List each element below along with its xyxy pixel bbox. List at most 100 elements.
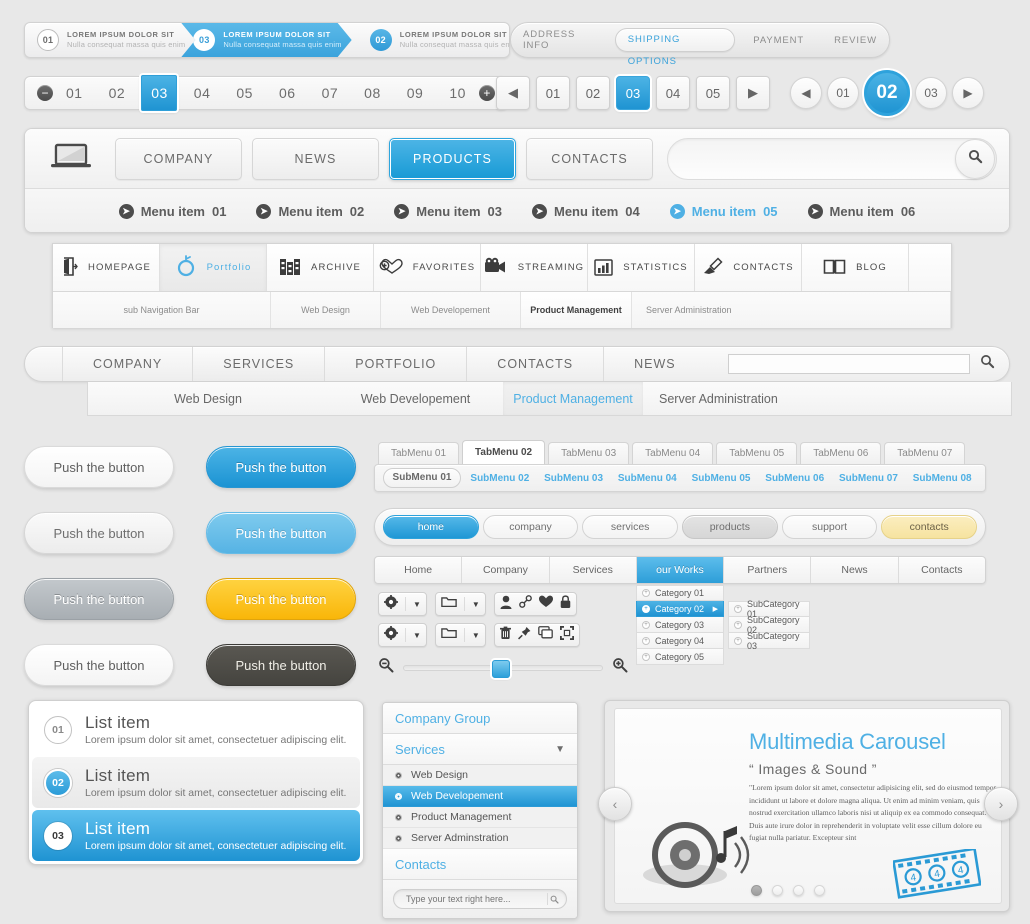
accordion-header-contacts[interactable]: Contacts bbox=[383, 849, 577, 880]
nav3-services[interactable]: SERVICES bbox=[193, 347, 326, 381]
nav3-sub-server-administration[interactable]: Server Administration bbox=[643, 382, 1011, 415]
pagination-prev-button[interactable]: ◀ bbox=[496, 76, 530, 110]
submenu-08[interactable]: SubMenu 08 bbox=[907, 473, 977, 484]
menu-item-01[interactable]: ➤ Menu item 01 bbox=[118, 203, 226, 219]
page-03-selected[interactable]: 03 bbox=[616, 76, 650, 110]
seg-company[interactable]: Company bbox=[462, 557, 550, 583]
submenu-03[interactable]: SubMenu 03 bbox=[539, 473, 609, 484]
gear-icon[interactable] bbox=[384, 625, 398, 645]
icon-nav-favorites[interactable]: FAVORITES bbox=[374, 244, 481, 291]
tab-tabmenu-04[interactable]: TabMenu 04 bbox=[632, 442, 714, 464]
category-item-01[interactable]: + Category 01 bbox=[636, 585, 724, 601]
nav-button-news[interactable]: NEWS bbox=[252, 137, 379, 180]
sub-nav-web-design[interactable]: Web Design bbox=[271, 292, 381, 328]
accordion-header-company-group[interactable]: Company Group bbox=[383, 703, 577, 734]
page-04[interactable]: 04 bbox=[656, 76, 690, 110]
icon-nav-blog[interactable]: BLOG bbox=[802, 244, 909, 291]
sub-nav-server-administration[interactable]: Server Administration bbox=[632, 292, 951, 328]
tab-tabmenu-07[interactable]: TabMenu 07 bbox=[884, 442, 966, 464]
chevron-down-icon[interactable]: ▼ bbox=[472, 631, 480, 640]
copy-icon[interactable] bbox=[538, 626, 553, 644]
pagination-prev-button[interactable]: ◀ bbox=[790, 77, 822, 109]
zoom-slider-track[interactable] bbox=[403, 659, 603, 678]
nav-button-products[interactable]: PRODUCTS bbox=[389, 137, 516, 180]
accordion-item-web-design[interactable]: Web Design bbox=[383, 765, 577, 786]
pill-company[interactable]: company bbox=[482, 515, 579, 539]
user-icon[interactable] bbox=[500, 595, 512, 614]
tab-tabmenu-03[interactable]: TabMenu 03 bbox=[548, 442, 630, 464]
nav3-news[interactable]: NEWS bbox=[604, 347, 706, 381]
icon-nav-statistics[interactable]: STATISTICS bbox=[588, 244, 695, 291]
submenu-01[interactable]: SubMenu 01 bbox=[383, 468, 461, 488]
seg-home[interactable]: Home bbox=[375, 557, 463, 583]
sub-nav-web-developement[interactable]: Web Developement bbox=[381, 292, 521, 328]
seg-services[interactable]: Services bbox=[550, 557, 637, 583]
page-07[interactable]: 07 bbox=[309, 85, 352, 101]
category-item-02[interactable]: + Category 02 ▶ bbox=[636, 601, 724, 617]
accordion-header-services[interactable]: Services ▼ bbox=[383, 734, 577, 765]
menu-item-02[interactable]: ➤ Menu item 02 bbox=[256, 203, 364, 219]
menu-item-06[interactable]: ➤ Menu item 06 bbox=[807, 203, 915, 219]
carousel-dot-1[interactable] bbox=[751, 885, 762, 896]
category-item-05[interactable]: + Category 05 bbox=[636, 649, 724, 665]
page-10[interactable]: 10 bbox=[436, 85, 479, 101]
pin-icon[interactable] bbox=[517, 626, 531, 645]
submenu-02[interactable]: SubMenu 02 bbox=[465, 473, 535, 484]
checkout-step-payment[interactable]: PAYMENT bbox=[741, 35, 816, 46]
lock-icon[interactable] bbox=[560, 594, 571, 614]
tab-tabmenu-06[interactable]: TabMenu 06 bbox=[800, 442, 882, 464]
accordion-item-web-developement[interactable]: Web Developement bbox=[383, 786, 577, 807]
seg-our-works[interactable]: our Works bbox=[636, 557, 725, 583]
page-02-selected[interactable]: 02 bbox=[864, 70, 910, 116]
submenu-04[interactable]: SubMenu 04 bbox=[612, 473, 682, 484]
push-button-light-blue[interactable]: Push the button bbox=[206, 512, 356, 554]
submenu-06[interactable]: SubMenu 06 bbox=[760, 473, 830, 484]
tab-tabmenu-02[interactable]: TabMenu 02 bbox=[462, 440, 546, 464]
pill-home[interactable]: home bbox=[383, 515, 479, 539]
carousel-dot-4[interactable] bbox=[814, 885, 825, 896]
sub-nav-product-management[interactable]: Product Management bbox=[521, 292, 632, 328]
pagination-minus-button[interactable]: − bbox=[37, 85, 53, 101]
page-01[interactable]: 01 bbox=[536, 76, 570, 110]
nav-button-company[interactable]: COMPANY bbox=[115, 137, 242, 180]
category-item-04[interactable]: + Category 04 bbox=[636, 633, 724, 649]
nav3-portfolio[interactable]: PORTFOLIO bbox=[325, 347, 468, 381]
page-09[interactable]: 09 bbox=[394, 85, 437, 101]
page-01[interactable]: 01 bbox=[53, 85, 96, 101]
search-button[interactable] bbox=[955, 138, 995, 179]
folder-icon[interactable] bbox=[441, 595, 457, 613]
checkout-step-shipping-options[interactable]: SHIPPING OPTIONS bbox=[614, 28, 736, 67]
link-icon[interactable] bbox=[518, 595, 532, 613]
pill-services[interactable]: services bbox=[582, 515, 679, 539]
category-item-03[interactable]: + Category 03 bbox=[636, 617, 724, 633]
gear-icon[interactable] bbox=[384, 594, 398, 614]
nav3-search-input[interactable] bbox=[728, 354, 970, 374]
push-button-grey[interactable]: Push the button bbox=[24, 578, 174, 620]
page-01[interactable]: 01 bbox=[827, 77, 859, 109]
checkout-step-review[interactable]: REVIEW bbox=[822, 35, 889, 46]
page-08[interactable]: 08 bbox=[351, 85, 394, 101]
icon-nav-portfolio[interactable]: Portfolio bbox=[160, 244, 267, 291]
chevron-down-icon[interactable]: ▼ bbox=[472, 600, 480, 609]
search-input[interactable] bbox=[667, 137, 997, 180]
menu-item-05[interactable]: ➤ Menu item 05 bbox=[669, 203, 778, 219]
heart-icon[interactable] bbox=[538, 595, 553, 613]
folder-icon[interactable] bbox=[441, 626, 457, 644]
zoom-slider-handle[interactable] bbox=[492, 659, 510, 678]
menu-item-03[interactable]: ➤ Menu item 03 bbox=[394, 203, 502, 219]
icon-nav-streaming[interactable]: STREAMING bbox=[481, 244, 588, 291]
chevron-down-icon[interactable]: ▼ bbox=[413, 600, 421, 609]
zoom-out-icon[interactable] bbox=[378, 657, 394, 678]
checkout-step-address-info[interactable]: ADDRESS INFO bbox=[511, 29, 609, 51]
search-icon[interactable] bbox=[980, 354, 995, 374]
step-item-3[interactable]: 02 LOREM IPSUM DOLOR SIT Nulla consequat… bbox=[348, 23, 509, 57]
list-item[interactable]: 02 List item Lorem ipsum dolor sit amet,… bbox=[32, 757, 360, 808]
zoom-in-icon[interactable] bbox=[612, 657, 628, 678]
nav3-company[interactable]: COMPANY bbox=[63, 347, 194, 381]
pill-support[interactable]: support bbox=[781, 515, 878, 539]
page-05[interactable]: 05 bbox=[223, 85, 266, 101]
search-icon[interactable] bbox=[547, 893, 561, 905]
tab-tabmenu-05[interactable]: TabMenu 05 bbox=[716, 442, 798, 464]
page-04[interactable]: 04 bbox=[181, 85, 224, 101]
list-item[interactable]: 01 List item Lorem ipsum dolor sit amet,… bbox=[32, 704, 360, 755]
